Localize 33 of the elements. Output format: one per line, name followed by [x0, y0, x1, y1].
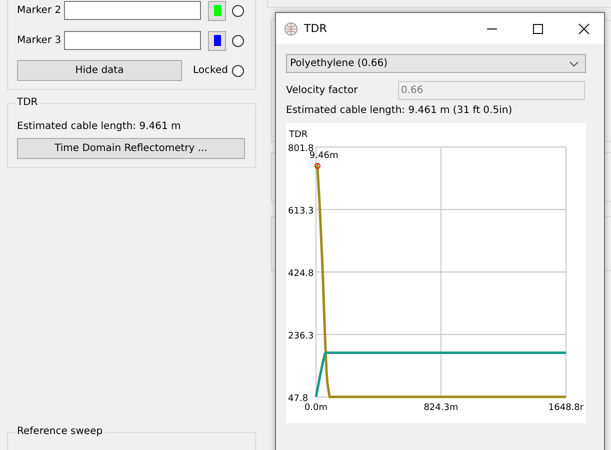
color-button[interactable] [208, 30, 226, 50]
marker-label: Marker 2 [17, 5, 62, 16]
chart-title: TDR [289, 130, 308, 140]
tdr-button[interactable]: Time Domain Reflectometry ... [17, 138, 245, 159]
peak-label: 9.46m [309, 150, 338, 161]
y-tick-label: 236.3 [288, 332, 314, 342]
cable-length-text: Estimated cable length: 9.461 m (31 ft 0.5in) [286, 105, 514, 116]
locked-radio[interactable] [232, 64, 244, 76]
y-tick-label: 47.8 [288, 394, 308, 404]
window-title: TDR [304, 22, 327, 35]
radio-button[interactable] [232, 34, 244, 46]
close-icon[interactable] [578, 22, 590, 34]
marker-input[interactable] [64, 31, 201, 50]
marker-input[interactable] [64, 1, 201, 20]
velocity-label: Velocity factor [286, 85, 359, 96]
chevron-down-icon [569, 60, 579, 66]
globe-icon [284, 22, 298, 36]
hide-data-button[interactable]: Hide data [17, 60, 182, 81]
peak-marker [314, 162, 320, 169]
y-tick-label: 424.8 [288, 269, 314, 279]
locked-label: Locked [193, 65, 228, 76]
radio-button[interactable] [232, 4, 244, 16]
maximize-icon[interactable] [532, 22, 544, 34]
group-title: Reference sweep [15, 426, 105, 437]
cable-length-text: Estimated cable length: 9.461 m [17, 121, 182, 132]
x-tick-label: 1648.8r [548, 403, 584, 413]
group-title: TDR [15, 97, 40, 108]
x-tick-label: 0.0m [304, 403, 328, 413]
marker-label: Marker 3 [17, 35, 62, 46]
color-button[interactable] [208, 0, 226, 20]
y-tick-label: 613.3 [288, 206, 314, 216]
x-tick-label: 824.3m [424, 403, 458, 413]
cable-type-dropdown[interactable]: Polyethylene (0.66) [286, 54, 586, 73]
